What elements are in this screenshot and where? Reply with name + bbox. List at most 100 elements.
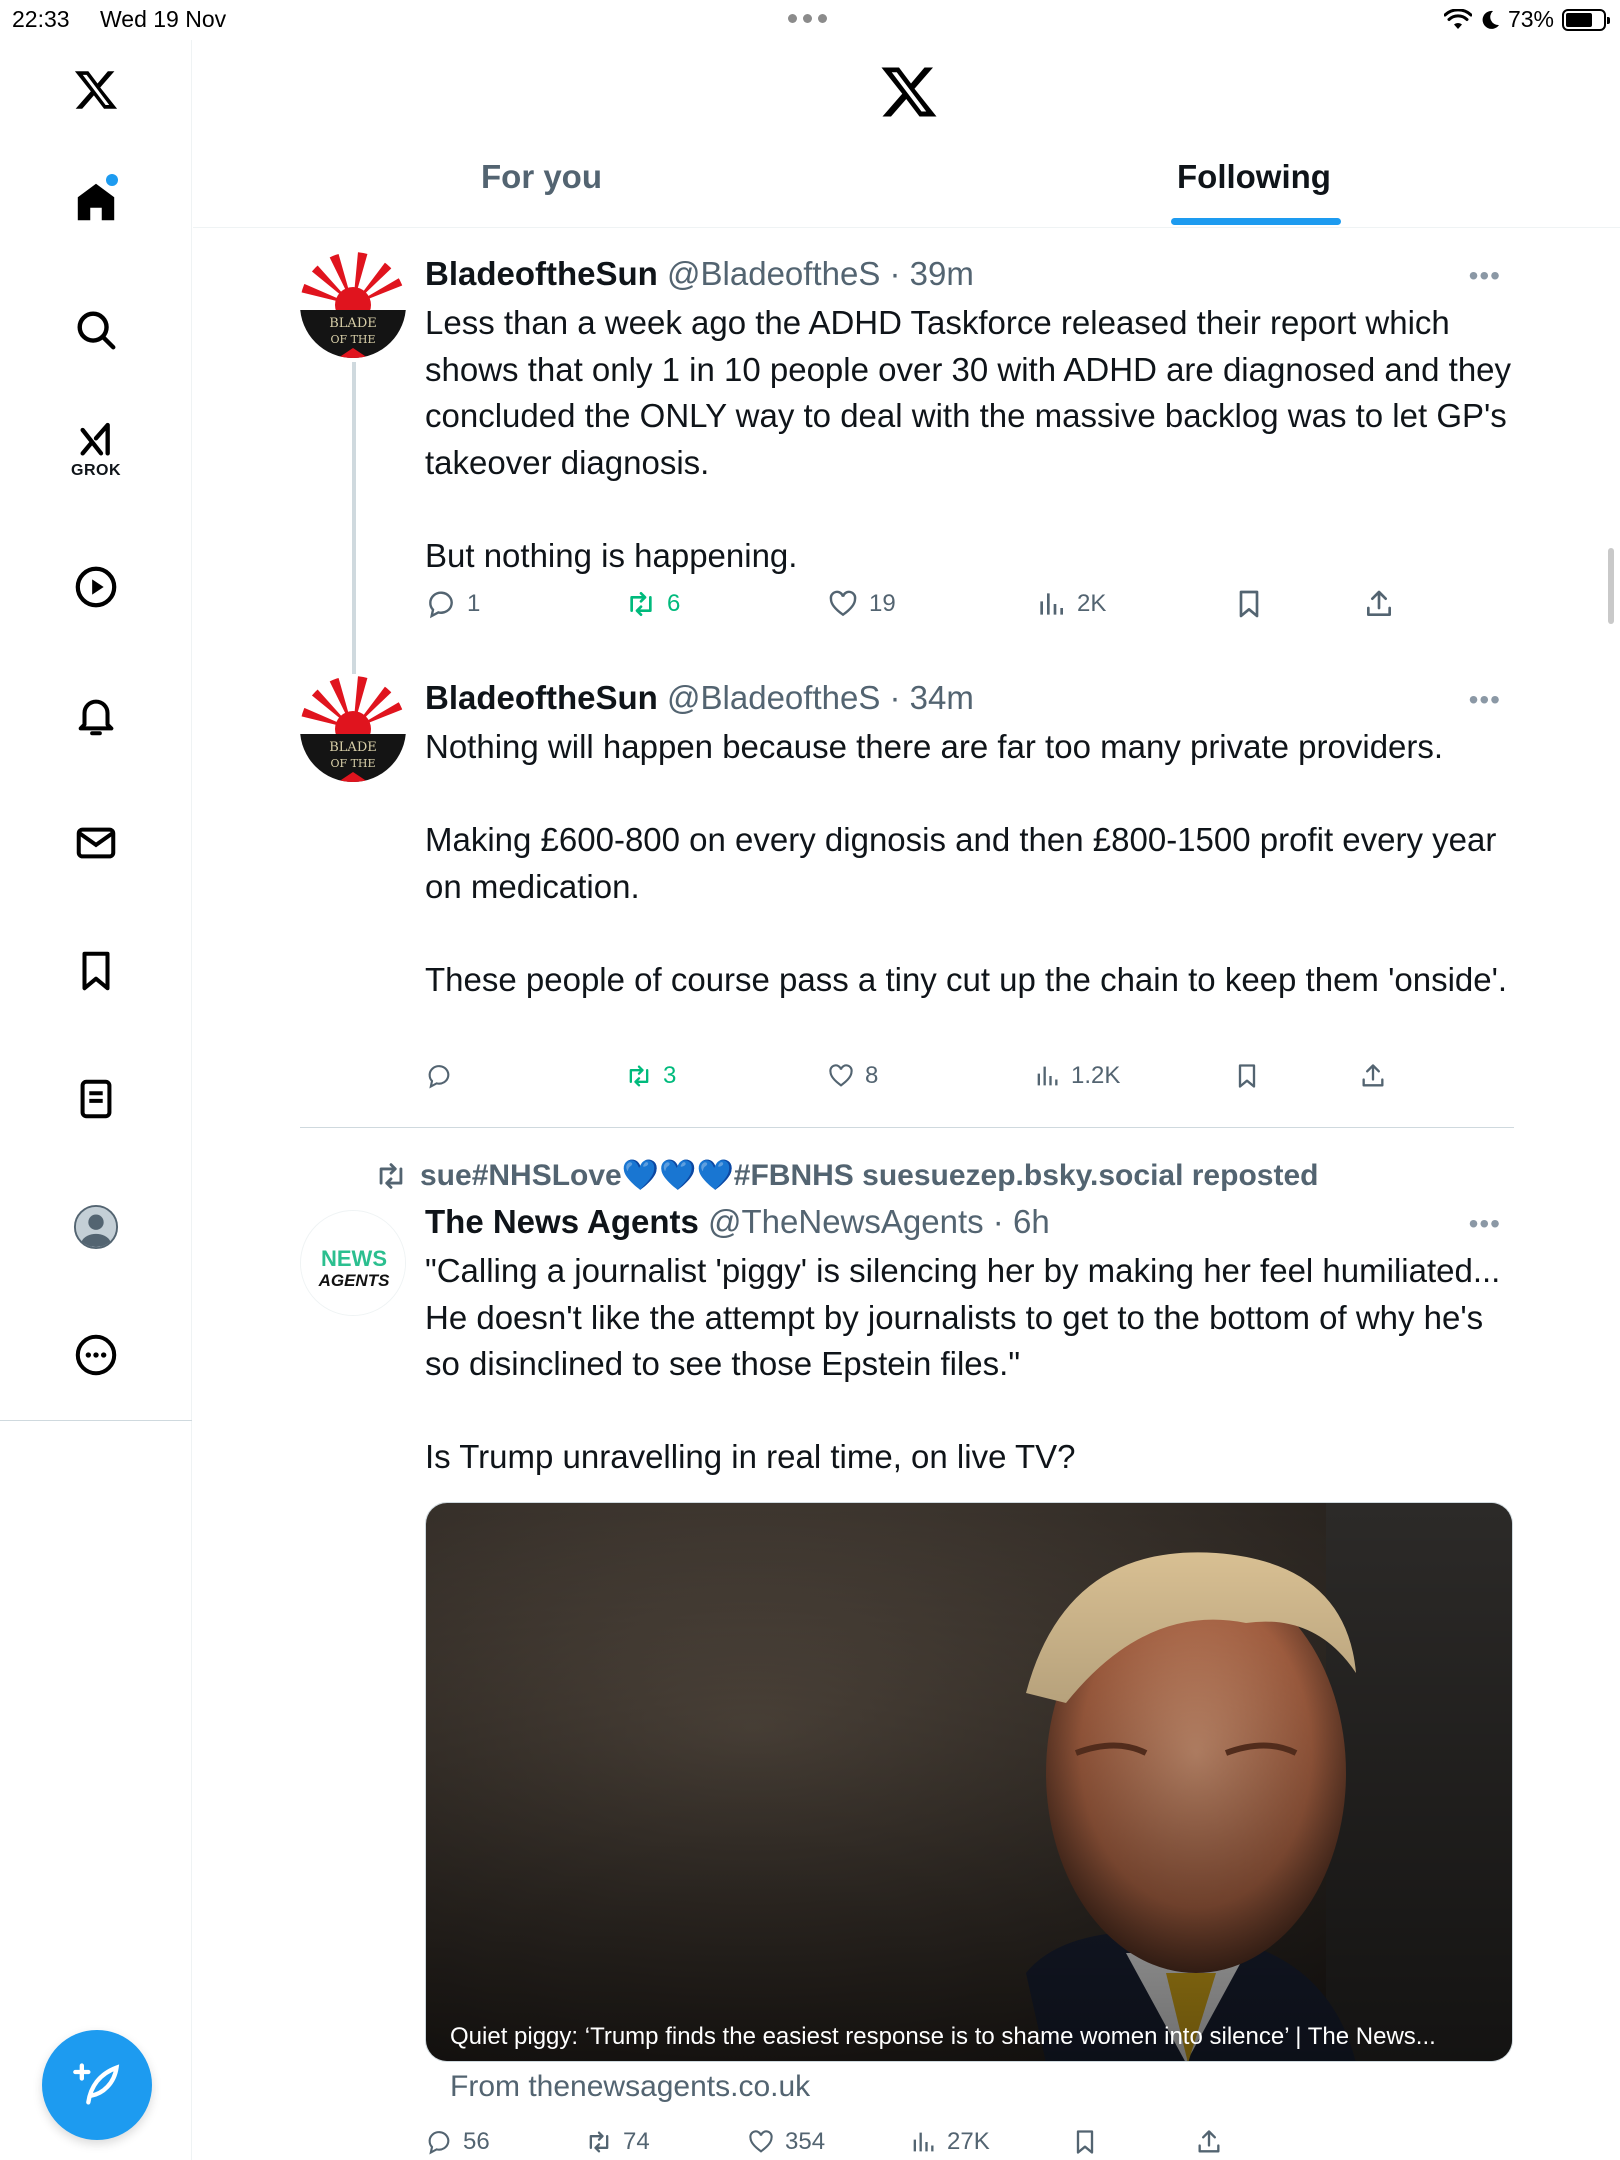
bookmark-button[interactable]: [1233, 588, 1265, 620]
reply-button[interactable]: [425, 1062, 453, 1090]
wifi-icon: [1443, 8, 1472, 29]
grok-icon: [80, 422, 110, 456]
reply-icon: [428, 1065, 450, 1089]
tab-following[interactable]: Following: [1177, 158, 1331, 196]
views-button[interactable]: 1.2K: [1033, 1062, 1120, 1090]
like-button[interactable]: 8: [827, 1062, 878, 1090]
views-button[interactable]: 2K: [1035, 588, 1106, 620]
heart-icon: [749, 2130, 773, 2153]
status-date: Wed 19 Nov: [100, 6, 227, 32]
tweet-body: BladeoftheSun @BladeoftheS · 39m ••• Les…: [425, 252, 1515, 579]
tweet-text: Less than a week ago the ADHD Taskforce …: [425, 304, 1512, 574]
nav-explore[interactable]: [0, 290, 192, 370]
avatar-text: BLADE: [329, 740, 377, 755]
status-indicators: 73%: [1443, 6, 1610, 33]
sidebar-divider: [0, 1420, 192, 1421]
nav-bookmarks[interactable]: [0, 931, 192, 1011]
repost-button[interactable]: 6: [625, 588, 680, 620]
tweet-header: BladeoftheSun @BladeoftheS · 39m: [425, 255, 974, 292]
profile-avatar-icon: [73, 1204, 119, 1250]
repost-button[interactable]: 3: [625, 1062, 676, 1090]
mail-icon: [76, 827, 116, 859]
status-time: 22:33: [12, 6, 70, 32]
tweet-text: "Calling a journalist 'piggy' is silenci…: [425, 1252, 1501, 1475]
x-logo-icon[interactable]: [879, 62, 939, 122]
like-button[interactable]: 19: [827, 588, 896, 620]
repost-count: 6: [667, 590, 681, 617]
heart-icon: [829, 1064, 853, 1087]
nav-more[interactable]: [0, 1315, 192, 1395]
more-circle-icon: [75, 1334, 117, 1376]
author-handle[interactable]: @BladeoftheS: [667, 255, 880, 292]
repost-icon: [379, 1162, 403, 1189]
author-handle[interactable]: @BladeoftheS: [667, 679, 880, 716]
tweet-divider: [300, 1127, 1514, 1128]
views-chart-icon: [1037, 1066, 1058, 1086]
tweet-text: Nothing will happen because there are fa…: [425, 728, 1508, 998]
repost-attribution-text: sue#NHSLove💙💙💙#FBNHS suesuezep.bsky.soci…: [420, 1159, 1319, 1192]
author-name[interactable]: BladeoftheSun: [425, 255, 658, 292]
link-card-source[interactable]: From thenewsagents.co.uk: [450, 2070, 810, 2104]
nav-grok[interactable]: GROK: [0, 410, 192, 490]
sidebar: GROK: [0, 40, 192, 2160]
scrollbar[interactable]: [1608, 548, 1614, 624]
compose-feather-icon: [73, 2063, 120, 2105]
tweet-actions: 56 74 354 27K: [425, 2128, 1505, 2160]
active-tab-indicator: [1171, 218, 1341, 225]
heart-icon: [829, 590, 857, 617]
more-options-icon[interactable]: •••: [1469, 260, 1501, 292]
tweet-time[interactable]: 39m: [910, 255, 974, 292]
share-icon: [1367, 590, 1391, 616]
share-button[interactable]: [1359, 1062, 1387, 1090]
repost-attribution[interactable]: sue#NHSLove💙💙💙#FBNHS suesuezep.bsky.soci…: [374, 1158, 1318, 1193]
bookmark-icon: [1076, 2130, 1094, 2154]
bookmark-button[interactable]: [1071, 2128, 1099, 2156]
repost-count: 3: [663, 1062, 677, 1089]
views-button[interactable]: 27K: [909, 2128, 990, 2156]
like-count: 354: [785, 2128, 826, 2155]
tweet-actions: 3 8 1.2K: [425, 1062, 1505, 1102]
author-handle[interactable]: @TheNewsAgents: [708, 1203, 984, 1240]
nav-profile[interactable]: [0, 1187, 192, 1267]
x-logo-icon[interactable]: [0, 50, 192, 130]
author-name[interactable]: The News Agents: [425, 1203, 699, 1240]
view-count: 27K: [947, 2128, 990, 2155]
reply-button[interactable]: 56: [425, 2128, 490, 2156]
more-options-icon[interactable]: •••: [1469, 684, 1501, 716]
views-chart-icon: [1040, 593, 1063, 615]
tweet-time[interactable]: 6h: [1013, 1203, 1050, 1240]
multitasking-dots[interactable]: [788, 14, 827, 23]
like-button[interactable]: 354: [747, 2128, 825, 2156]
bell-icon: [78, 699, 114, 736]
reply-button[interactable]: 1: [425, 588, 480, 620]
grok-label: GROK: [71, 462, 121, 479]
moon-icon: [1482, 10, 1499, 29]
repost-icon: [589, 2131, 609, 2153]
tab-for-you[interactable]: For you: [481, 158, 602, 196]
link-card-image[interactable]: Quiet piggy: ‘Trump finds the easiest re…: [425, 1502, 1513, 2062]
avatar[interactable]: BLADE OF THE: [300, 252, 406, 358]
share-button[interactable]: [1363, 588, 1395, 620]
reply-count: 56: [463, 2128, 490, 2155]
share-button[interactable]: [1195, 2128, 1223, 2156]
nav-video[interactable]: [0, 547, 192, 627]
nav-home[interactable]: [0, 162, 192, 242]
tweet-body: The News Agents @TheNewsAgents · 6h ••• …: [425, 1200, 1515, 1481]
nav-lists[interactable]: [0, 1059, 192, 1139]
tweet-body: BladeoftheSun @BladeoftheS · 34m ••• Not…: [425, 676, 1515, 1003]
avatar[interactable]: BLADE OF THE: [300, 676, 406, 782]
view-count: 1.2K: [1071, 1062, 1121, 1089]
nav-messages[interactable]: [0, 803, 192, 883]
repost-button[interactable]: 74: [585, 2128, 650, 2156]
author-name[interactable]: BladeoftheSun: [425, 679, 658, 716]
timeline-header: For you Following: [193, 40, 1620, 228]
tweet-time[interactable]: 34m: [910, 679, 974, 716]
link-card-title: Quiet piggy: ‘Trump finds the easiest re…: [450, 2023, 1436, 2050]
nav-notifications[interactable]: [0, 675, 192, 755]
bookmark-icon: [82, 951, 110, 991]
compose-button[interactable]: [42, 2030, 152, 2140]
bookmark-button[interactable]: [1233, 1062, 1261, 1090]
avatar[interactable]: NEWS AGENTS: [300, 1210, 406, 1316]
repost-count: 74: [623, 2128, 650, 2155]
more-options-icon[interactable]: •••: [1469, 1208, 1501, 1240]
